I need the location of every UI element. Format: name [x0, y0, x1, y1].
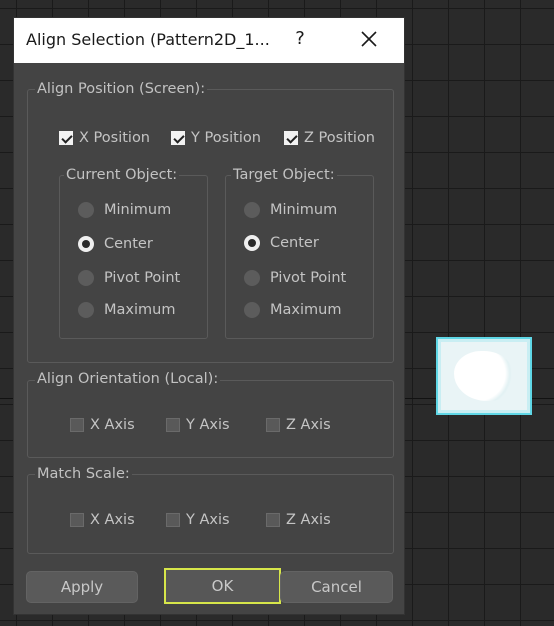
object-texture	[454, 351, 514, 401]
y-position-check-box[interactable]	[171, 131, 185, 145]
current-pivot-point-label: Pivot Point	[104, 270, 181, 286]
current-center-label: Center	[104, 236, 153, 252]
align-selection-dialog: Align Selection (Pattern2D_1... ? Align …	[14, 18, 404, 614]
scale-z-axis-checkbox[interactable]: Z Axis	[266, 511, 331, 529]
z-position-label: Z Position	[304, 130, 375, 146]
x-position-check-box[interactable]	[59, 131, 73, 145]
current-pivot-point-radio[interactable]: Pivot Point	[78, 268, 180, 288]
current-center-radio[interactable]: Center	[78, 234, 153, 254]
radio-circle-selected[interactable]	[78, 236, 94, 252]
match-scale-label: Match Scale:	[35, 466, 132, 482]
current-object-label: Current Object:	[64, 167, 180, 183]
current-maximum-label: Maximum	[104, 302, 176, 318]
scale-x-axis-label: X Axis	[90, 512, 135, 528]
orientation-y-axis-checkbox[interactable]: Y Axis	[166, 416, 230, 434]
dialog-titlebar[interactable]: Align Selection (Pattern2D_1... ?	[14, 18, 404, 63]
orientation-x-axis-checkbox[interactable]: X Axis	[70, 416, 135, 434]
ok-button[interactable]: OK	[164, 568, 281, 604]
close-icon	[361, 31, 377, 47]
radio-circle[interactable]	[78, 270, 94, 286]
x-position-label: X Position	[79, 130, 150, 146]
y-position-label: Y Position	[191, 130, 261, 146]
target-pivot-point-label: Pivot Point	[270, 270, 347, 286]
current-maximum-radio[interactable]: Maximum	[78, 300, 175, 320]
target-center-label: Center	[270, 235, 319, 251]
z-position-checkbox[interactable]: Z Position	[284, 129, 375, 147]
target-minimum-radio[interactable]: Minimum	[244, 200, 337, 220]
align-orientation-label: Align Orientation (Local):	[35, 371, 221, 387]
radio-circle-selected[interactable]	[244, 235, 260, 251]
radio-circle[interactable]	[244, 202, 260, 218]
scale-x-axis-checkbox[interactable]: X Axis	[70, 511, 135, 529]
dialog-title: Align Selection (Pattern2D_1...	[26, 30, 270, 49]
orientation-z-axis-check-box[interactable]	[266, 418, 280, 432]
orientation-x-axis-check-box[interactable]	[70, 418, 84, 432]
z-position-check-box[interactable]	[284, 131, 298, 145]
orientation-z-axis-checkbox[interactable]: Z Axis	[266, 416, 331, 434]
target-center-radio[interactable]: Center	[244, 233, 319, 253]
radio-circle[interactable]	[78, 202, 94, 218]
target-maximum-label: Maximum	[270, 302, 342, 318]
close-button[interactable]	[356, 26, 382, 52]
orientation-y-axis-check-box[interactable]	[166, 418, 180, 432]
selected-viewport-object[interactable]	[436, 337, 532, 415]
y-position-checkbox[interactable]: Y Position	[171, 129, 261, 147]
radio-circle[interactable]	[78, 302, 94, 318]
x-position-checkbox[interactable]: X Position	[59, 129, 150, 147]
current-minimum-label: Minimum	[104, 202, 172, 218]
apply-button[interactable]: Apply	[26, 571, 138, 603]
target-minimum-label: Minimum	[270, 202, 338, 218]
scale-x-axis-check-box[interactable]	[70, 513, 84, 527]
target-maximum-radio[interactable]: Maximum	[244, 300, 341, 320]
align-position-label: Align Position (Screen):	[35, 81, 208, 97]
scale-y-axis-check-box[interactable]	[166, 513, 180, 527]
target-pivot-point-radio[interactable]: Pivot Point	[244, 268, 346, 288]
scale-y-axis-checkbox[interactable]: Y Axis	[166, 511, 230, 529]
radio-circle[interactable]	[244, 302, 260, 318]
scale-z-axis-label: Z Axis	[286, 512, 331, 528]
help-button[interactable]: ?	[290, 28, 310, 49]
orientation-y-axis-label: Y Axis	[186, 417, 230, 433]
orientation-z-axis-label: Z Axis	[286, 417, 331, 433]
orientation-x-axis-label: X Axis	[90, 417, 135, 433]
scale-z-axis-check-box[interactable]	[266, 513, 280, 527]
scale-y-axis-label: Y Axis	[186, 512, 230, 528]
cancel-button[interactable]: Cancel	[280, 571, 393, 603]
current-minimum-radio[interactable]: Minimum	[78, 200, 171, 220]
radio-circle[interactable]	[244, 270, 260, 286]
target-object-label: Target Object:	[231, 167, 337, 183]
